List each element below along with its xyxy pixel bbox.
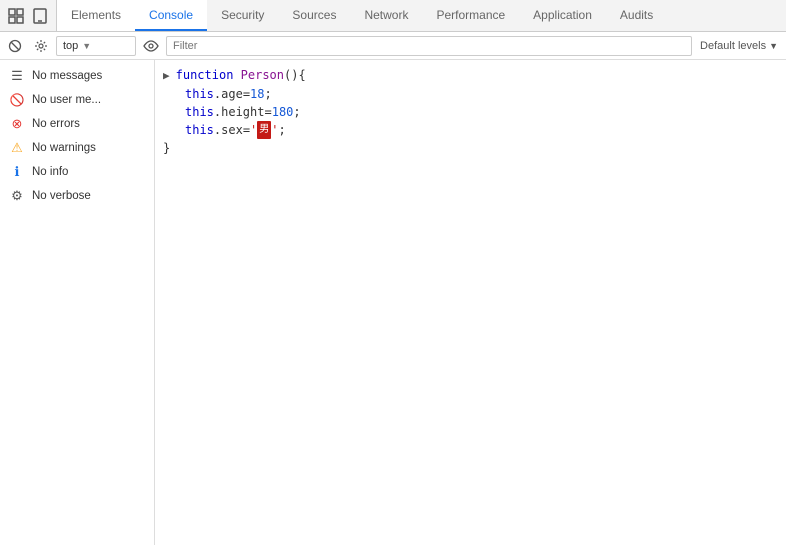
settings-button[interactable] [30,35,52,57]
devtools-icons [0,0,57,31]
sidebar-item-messages[interactable]: ☰ No messages [0,64,154,88]
tab-security[interactable]: Security [207,0,278,31]
code-line-4: this.sex = '男'; [185,121,778,139]
default-levels-button[interactable]: Default levels ▼ [696,40,782,52]
sidebar-item-user[interactable]: 🚫 No user me... [0,88,154,112]
expand-arrow[interactable]: ▶ [163,66,170,85]
this-keyword-3: this [185,121,214,139]
tab-sources[interactable]: Sources [278,0,350,31]
chinese-char: 男 [257,121,271,139]
sidebar-item-errors[interactable]: ⊗ No errors [0,112,154,136]
tab-bar: Elements Console Security Sources Networ… [0,0,786,32]
this-keyword-1: this [185,85,214,103]
eye-button[interactable] [140,35,162,57]
code-line-2: this.age = 18; [185,85,778,103]
function-name: Person [241,68,284,82]
user-icon: 🚫 [10,93,24,107]
value-age: 18 [250,85,264,103]
tab-network[interactable]: Network [350,0,422,31]
chevron-down-icon: ▼ [769,41,778,51]
inspect-element-button[interactable] [6,6,26,26]
console-output-area[interactable]: ▶ function Person(){ this.age = 18; this… [155,60,786,545]
clear-console-button[interactable] [4,35,26,57]
value-height: 180 [272,103,294,121]
code-line-1: ▶ function Person(){ [163,66,778,85]
keyword-function: function [176,68,234,82]
code-block: ▶ function Person(){ this.age = 18; this… [155,66,786,157]
tab-application[interactable]: Application [519,0,606,31]
verbose-icon: ⚙ [10,189,24,203]
tab-elements[interactable]: Elements [57,0,135,31]
tab-console[interactable]: Console [135,0,207,31]
main-area: ☰ No messages 🚫 No user me... ⊗ No error… [0,60,786,545]
filter-input[interactable] [166,36,692,56]
tab-audits[interactable]: Audits [606,0,667,31]
context-selector[interactable]: top ▼ [56,36,136,56]
mobile-view-button[interactable] [30,6,50,26]
info-icon: ℹ [10,165,24,179]
code-line-5: } [163,139,778,157]
console-toolbar: top ▼ Default levels ▼ [0,32,786,60]
warning-icon: ⚠ [10,141,24,155]
error-icon: ⊗ [10,117,24,131]
list-icon: ☰ [10,69,24,83]
context-selector-arrow: ▼ [82,41,91,51]
console-sidebar: ☰ No messages 🚫 No user me... ⊗ No error… [0,60,155,545]
closing-brace: } [163,139,170,157]
sidebar-item-verbose[interactable]: ⚙ No verbose [0,184,154,208]
sidebar-item-info[interactable]: ℹ No info [0,160,154,184]
this-keyword-2: this [185,103,214,121]
code-line-3: this.height = 180; [185,103,778,121]
sidebar-item-warnings[interactable]: ⚠ No warnings [0,136,154,160]
tab-performance[interactable]: Performance [422,0,519,31]
